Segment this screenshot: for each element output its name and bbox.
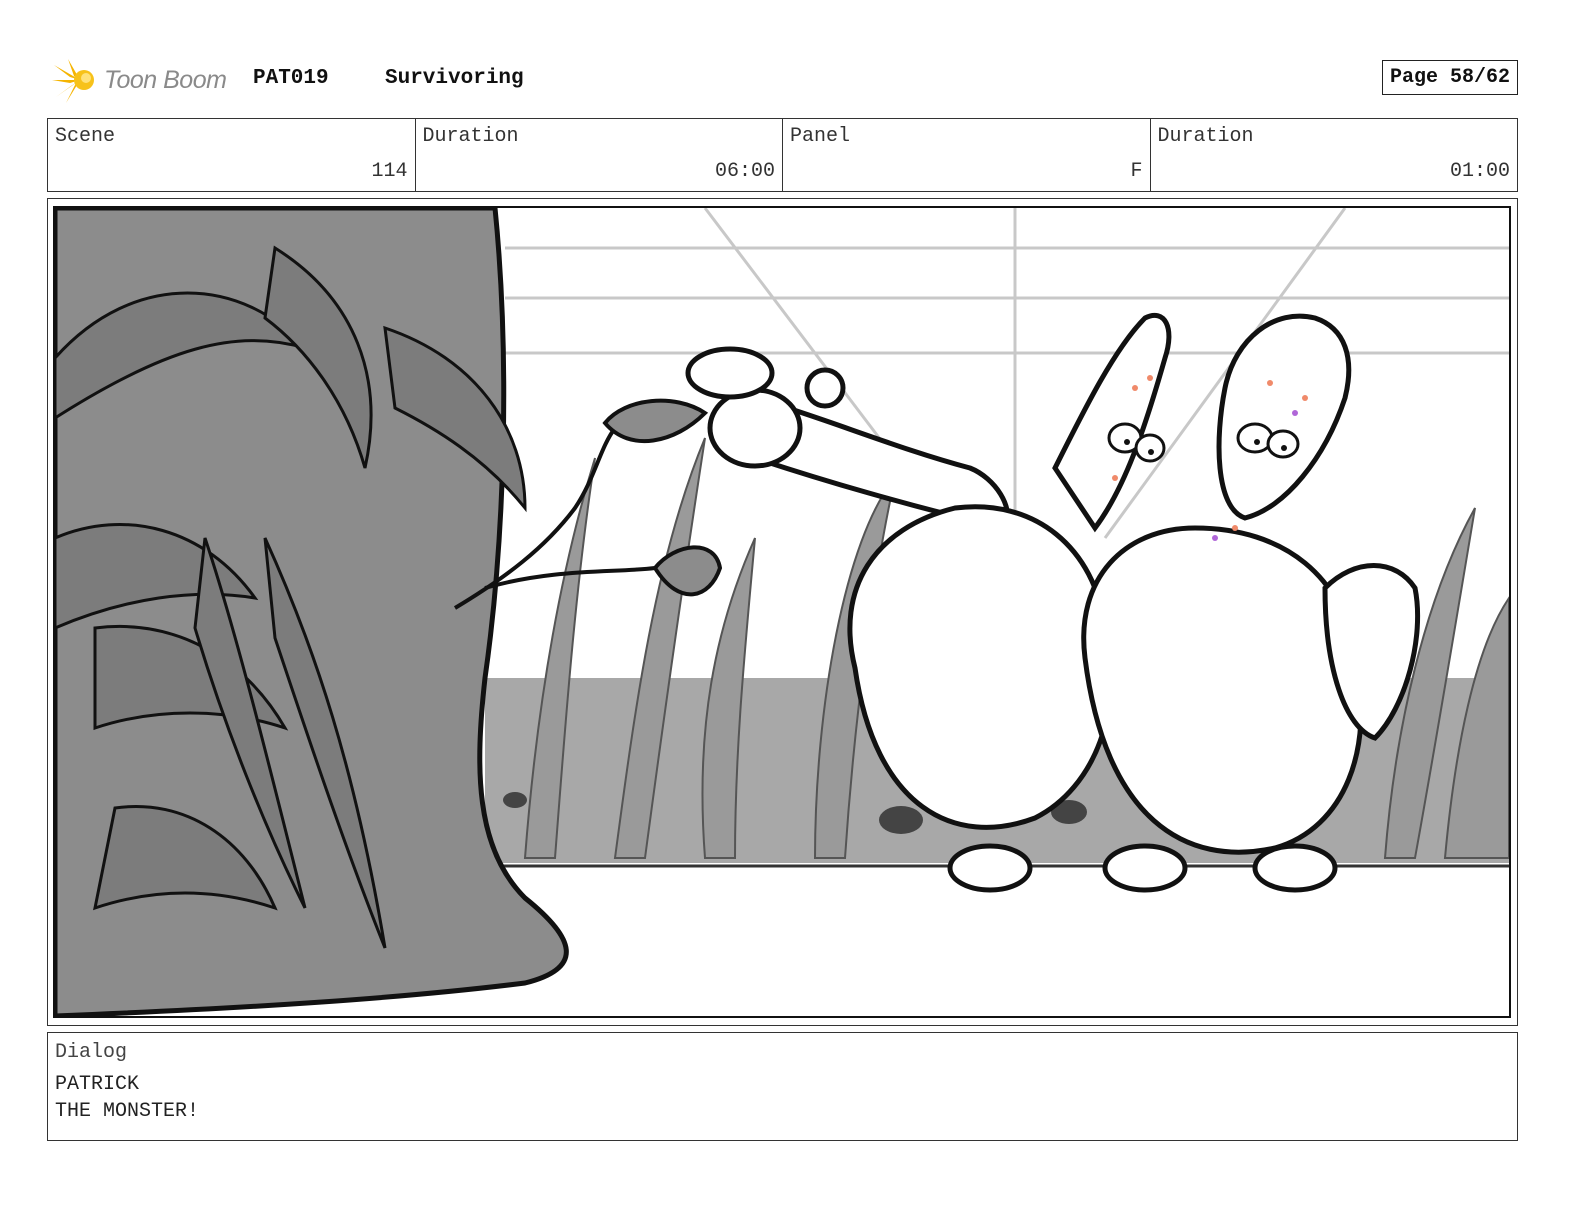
scene-cell: Scene 114 <box>48 119 416 191</box>
scene-info-table: Scene 114 Duration 06:00 Panel F Duratio… <box>47 118 1518 192</box>
project-code: PAT019 <box>253 67 329 90</box>
dialog-label: Dialog <box>55 1041 128 1064</box>
dialog-line: THE MONSTER! <box>55 1100 200 1123</box>
scene-duration-value: 06:00 <box>714 160 775 183</box>
logo-text: Toon Boom <box>104 65 227 94</box>
panel-duration-cell: Duration 01:00 <box>1151 119 1518 191</box>
panel-value: F <box>1130 160 1143 183</box>
scene-duration-label: Duration <box>422 125 519 148</box>
scene-value: 114 <box>371 160 408 183</box>
storyboard-panel <box>53 206 1511 1018</box>
panel-duration-label: Duration <box>1157 125 1254 148</box>
panel-label: Panel <box>790 125 851 148</box>
project-title: Survivoring <box>385 67 524 90</box>
panel-duration-value: 01:00 <box>1449 160 1510 183</box>
toon-boom-logo: Toon Boom <box>50 55 227 105</box>
dialog-speaker: PATRICK <box>55 1073 140 1096</box>
toon-boom-burst-icon <box>52 59 94 103</box>
scene-duration-cell: Duration 06:00 <box>416 119 783 191</box>
panel-cell: Panel F <box>783 119 1151 191</box>
scene-label: Scene <box>55 125 116 148</box>
page-number: Page 58/62 <box>1381 60 1518 95</box>
storyboard-sketch-icon <box>55 208 1509 1016</box>
dialog-box: Dialog PATRICK THE MONSTER! <box>47 1032 1518 1141</box>
panel-frame <box>47 198 1518 1026</box>
page-header: Toon Boom PAT019 Survivoring Page 58/62 <box>50 55 1520 105</box>
